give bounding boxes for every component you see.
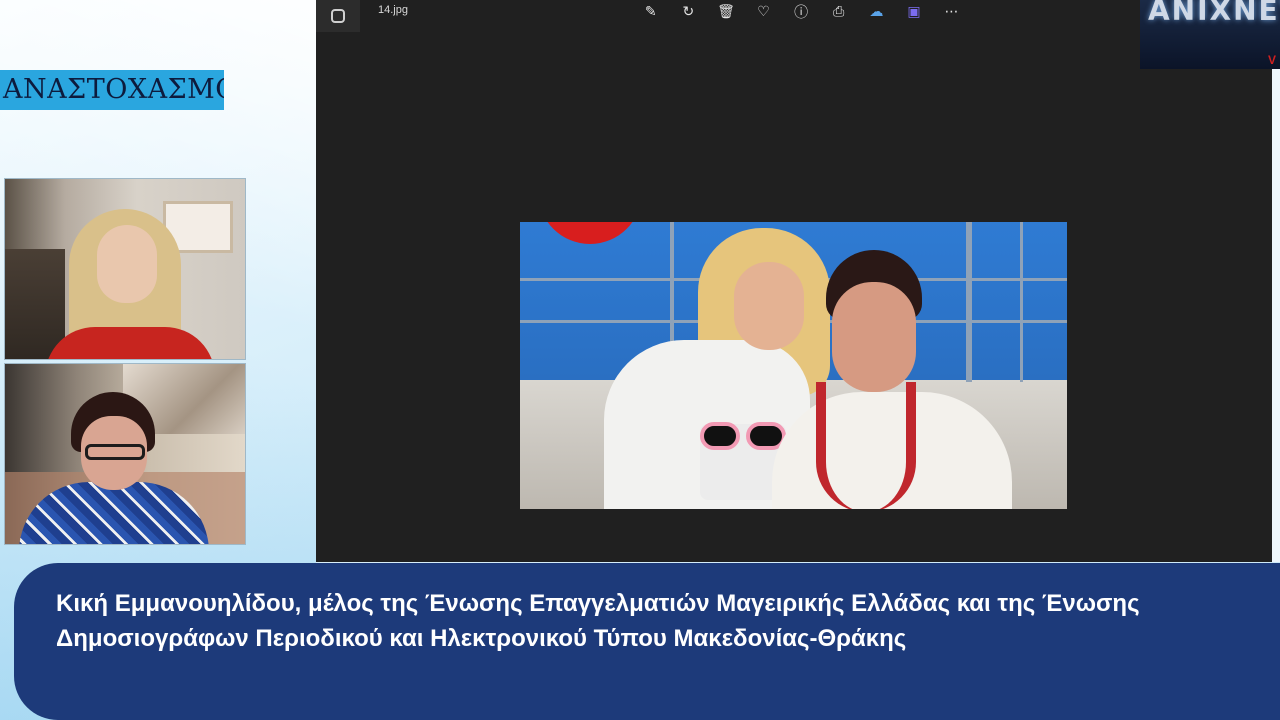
clipchamp-icon[interactable]: ▣ bbox=[895, 0, 933, 24]
red-scarf bbox=[816, 382, 916, 509]
lower-third-caption: Κική Εμμανουηλίδου, μέλος της Ένωσης Επα… bbox=[56, 590, 1140, 652]
photo-viewer-window: 14.jpg ✎ ↻ 🗑 ♡ ⓘ ⎙ ☁ ▣ ⋯ bbox=[316, 0, 1272, 562]
photo-person-2-face bbox=[832, 282, 916, 392]
onedrive-icon[interactable]: ☁ bbox=[858, 0, 896, 24]
right-edge-strip bbox=[1272, 0, 1280, 562]
photo-person-1-face bbox=[734, 262, 804, 350]
participant-video-1 bbox=[4, 178, 246, 360]
show-title-banner: ΑΝΑΣΤΟΧΑΣΜΟΙ bbox=[0, 70, 224, 110]
participant-body bbox=[45, 327, 215, 359]
file-name: 14.jpg bbox=[378, 4, 408, 16]
sunglasses-print bbox=[700, 422, 740, 450]
bookshelf bbox=[5, 249, 65, 359]
viewer-toolbar: 14.jpg ✎ ↻ 🗑 ♡ ⓘ ⎙ ☁ ▣ ⋯ bbox=[316, 0, 1272, 32]
print-icon[interactable]: ⎙ bbox=[820, 0, 858, 24]
channel-logo-text: ΑΝΙΧΝΕΥΣ bbox=[1148, 0, 1280, 27]
info-icon[interactable]: ⓘ bbox=[782, 0, 820, 24]
favorite-icon[interactable]: ♡ bbox=[745, 0, 783, 24]
rotate-icon[interactable]: ↻ bbox=[670, 0, 708, 24]
displayed-photo bbox=[520, 222, 1067, 509]
channel-logo-corner: V bbox=[1267, 53, 1276, 67]
participant-face bbox=[97, 225, 157, 303]
delete-icon[interactable]: 🗑 bbox=[707, 0, 745, 24]
red-ball-decoration bbox=[538, 222, 642, 244]
more-options-icon[interactable]: ⋯ bbox=[933, 0, 971, 24]
participant-video-2 bbox=[4, 363, 246, 545]
edit-image-icon[interactable]: ✎ bbox=[632, 0, 670, 24]
photos-app-icon[interactable] bbox=[316, 0, 360, 32]
channel-logo: ΑΝΙΧΝΕΥΣ V bbox=[1140, 0, 1280, 69]
toolbar-icons: ✎ ↻ 🗑 ♡ ⓘ ⎙ ☁ ▣ ⋯ bbox=[632, 0, 970, 24]
glasses bbox=[85, 444, 145, 460]
